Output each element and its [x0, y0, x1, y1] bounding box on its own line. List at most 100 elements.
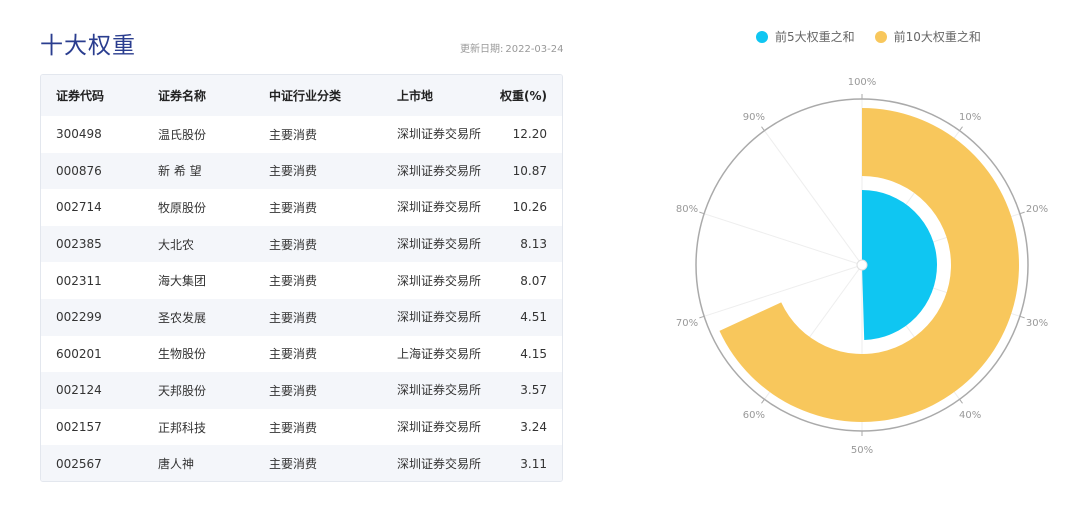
legend-item-top10[interactable]: 前10大权重之和 — [874, 28, 981, 45]
chart-tick-label: 20% — [1026, 204, 1048, 215]
cell-exchange: 深圳证券交易所 — [397, 237, 482, 252]
cell-code: 000876 — [56, 163, 102, 178]
chart-tick-label: 90% — [743, 112, 765, 123]
cell-name: 生物股份 — [158, 347, 207, 362]
table-row: 000876 新 希 望 主要消费 深圳证券交易所 10.87 — [41, 152, 562, 190]
cell-weight: 4.51 — [520, 310, 547, 325]
cell-weight: 12.20 — [512, 127, 547, 142]
cell-code: 002714 — [56, 200, 102, 215]
chart-tick — [699, 315, 705, 319]
chart-tick-label: 60% — [743, 410, 765, 421]
cell-name: 大北农 — [158, 237, 195, 252]
table-row: 300498 温氏股份 主要消费 深圳证券交易所 12.20 — [41, 116, 562, 153]
header-exchange: 上市地 — [397, 88, 434, 103]
cell-code: 300498 — [56, 127, 102, 142]
cell-industry: 主要消费 — [269, 164, 318, 179]
table-row: 600201 生物股份 主要消费 上海证券交易所 4.15 — [41, 336, 562, 373]
legend-dot-top10 — [874, 30, 887, 43]
cell-exchange: 上海证券交易所 — [397, 346, 482, 361]
legend-label-top5: 前5大权重之和 — [775, 30, 855, 44]
cell-exchange: 深圳证券交易所 — [397, 273, 482, 288]
chart-tick-label: 80% — [676, 204, 698, 215]
cell-code: 002124 — [56, 383, 102, 398]
cell-name: 牧原股份 — [158, 200, 207, 215]
chart-center-dot — [856, 259, 868, 271]
cell-weight: 4.15 — [520, 346, 547, 361]
cell-weight: 3.57 — [520, 383, 547, 398]
weights-polar-chart: 100% 10% 20% 30% 40% 50% 60% 70% 80% 90% — [676, 77, 1048, 456]
cell-code: 002311 — [56, 273, 102, 288]
cell-name: 海大集团 — [158, 274, 207, 289]
cell-exchange: 深圳证券交易所 — [397, 200, 482, 215]
legend-dot-top5 — [756, 30, 768, 43]
chart-bar-top5 — [862, 190, 938, 340]
cell-weight: 10.87 — [512, 163, 547, 178]
table-row: 002157 正邦科技 主要消费 深圳证券交易所 3.24 — [41, 409, 562, 446]
chart-tick — [1019, 315, 1025, 319]
table-row: 002311 海大集团 主要消费 深圳证券交易所 8.07 — [41, 262, 562, 299]
cell-exchange: 深圳证券交易所 — [397, 310, 482, 325]
chart-split-line — [764, 130, 863, 266]
chart-tick — [959, 399, 963, 404]
table-row: 002299 圣农发展 主要消费 深圳证券交易所 4.51 — [41, 298, 562, 336]
cell-code: 600201 — [56, 346, 102, 361]
table-row: 002714 牧原股份 主要消费 深圳证券交易所 10.26 — [41, 189, 562, 226]
table-row: 002567 唐人神 主要消费 深圳证券交易所 3.11 — [41, 445, 562, 481]
chart-split-line — [703, 213, 863, 266]
chart-tick — [1019, 211, 1025, 215]
cell-industry: 主要消费 — [269, 310, 318, 325]
cell-code: 002157 — [56, 420, 102, 435]
table-row: 002385 大北农 主要消费 深圳证券交易所 8.13 — [41, 225, 562, 263]
chart-tick — [761, 399, 765, 404]
top10-weights-table: 证券代码 证券名称 中证行业分类 上市地 权重(%) 300498 温氏股份 主… — [40, 74, 563, 482]
chart-tick-label: 10% — [959, 112, 981, 123]
cell-code: 002299 — [56, 310, 102, 325]
page-title: 十大权重 — [40, 33, 136, 59]
cell-weight: 3.11 — [520, 456, 547, 471]
cell-weight: 8.13 — [520, 237, 547, 252]
header-industry: 中证行业分类 — [269, 89, 342, 103]
table-header-row: 证券代码 证券名称 中证行业分类 上市地 权重(%) — [41, 75, 562, 116]
chart-tick — [959, 126, 963, 131]
cell-exchange: 深圳证券交易所 — [397, 420, 482, 435]
cell-name: 圣农发展 — [158, 310, 207, 325]
update-date-value: 2022-03-24 — [505, 44, 564, 55]
cell-industry: 主要消费 — [269, 347, 318, 362]
cell-name: 正邦科技 — [158, 420, 207, 435]
cell-exchange: 深圳证券交易所 — [397, 383, 482, 398]
update-label: 更新日期: — [460, 44, 504, 55]
legend-item-top5[interactable]: 前5大权重之和 — [756, 28, 855, 45]
cell-industry: 主要消费 — [269, 274, 318, 289]
cell-exchange: 深圳证券交易所 — [397, 127, 482, 142]
chart-tick-label: 40% — [959, 410, 981, 421]
cell-industry: 主要消费 — [269, 457, 318, 472]
chart-legend: 前5大权重之和 前10大权重之和 — [756, 28, 1001, 45]
cell-industry: 主要消费 — [269, 200, 318, 215]
cell-name: 唐人神 — [158, 457, 195, 472]
cell-exchange: 深圳证券交易所 — [397, 163, 482, 178]
chart-tick-label: 50% — [851, 445, 873, 456]
cell-industry: 主要消费 — [269, 383, 318, 398]
update-date: 更新日期: 2022-03-24 — [460, 40, 564, 55]
cell-weight: 10.26 — [512, 200, 547, 215]
chart-tick-label: 30% — [1026, 318, 1048, 329]
cell-weight: 8.07 — [520, 273, 547, 288]
header-name: 证券名称 — [158, 89, 207, 103]
cell-name: 温氏股份 — [158, 127, 207, 142]
cell-name: 新 希 望 — [158, 164, 202, 179]
chart-tick — [699, 211, 705, 215]
cell-industry: 主要消费 — [269, 127, 318, 142]
header-weight: 权重(%) — [500, 89, 547, 103]
chart-tick-label: 100% — [848, 77, 877, 88]
legend-label-top10: 前10大权重之和 — [893, 30, 981, 44]
chart-tick-label: 70% — [676, 318, 698, 329]
cell-industry: 主要消费 — [269, 420, 318, 435]
cell-code: 002567 — [56, 456, 102, 471]
cell-name: 天邦股份 — [158, 383, 207, 398]
cell-industry: 主要消费 — [269, 237, 318, 252]
cell-exchange: 深圳证券交易所 — [397, 456, 482, 471]
header-code: 证券代码 — [56, 89, 105, 103]
table-row: 002124 天邦股份 主要消费 深圳证券交易所 3.57 — [41, 372, 562, 409]
cell-weight: 3.24 — [520, 420, 547, 435]
chart-tick — [761, 126, 765, 131]
